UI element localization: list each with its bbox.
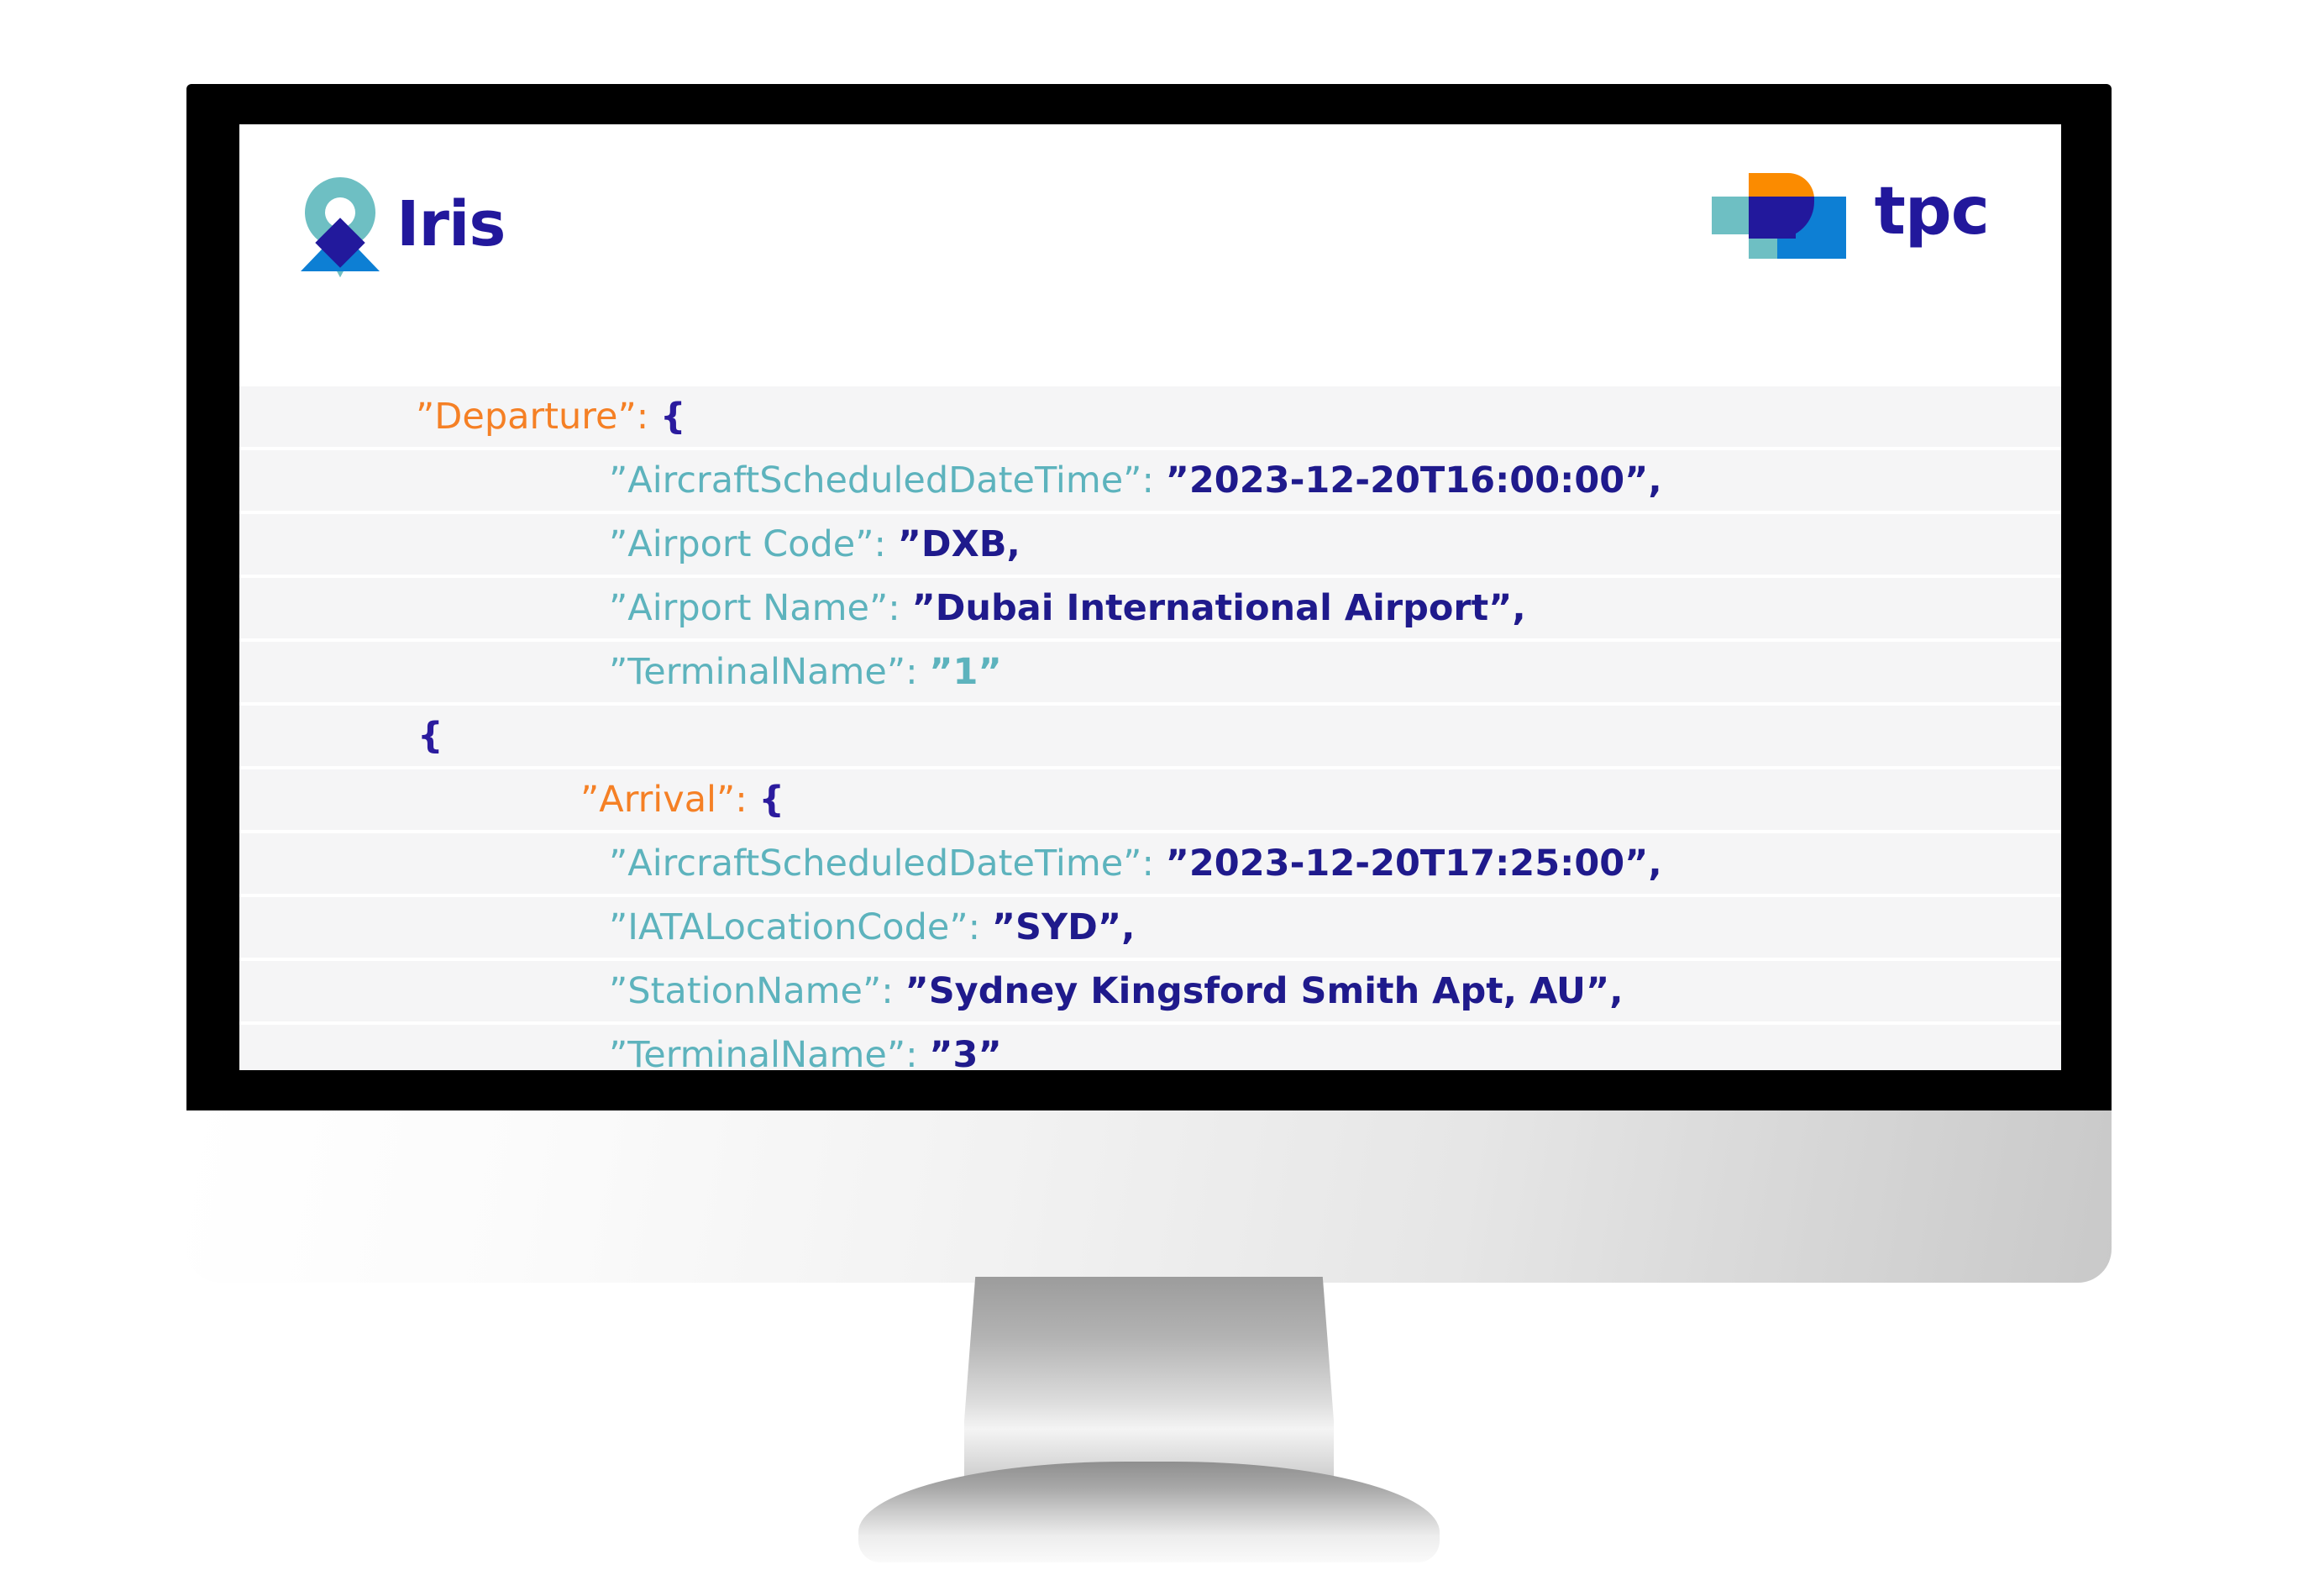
app-header: Iris tpc <box>239 124 2061 386</box>
code-line-dep-airport-name: ”Airport Name”: ”Dubai International Air… <box>239 578 2061 638</box>
monitor-stand-foot <box>858 1462 1440 1562</box>
code-token-key: ”IATALocationCode”: <box>609 906 981 948</box>
code-line-arr-terminal-name: ”TerminalName”: ”3” <box>239 1025 2061 1070</box>
code-token-key: ”AircraftScheduledDateTime”: <box>609 842 1154 885</box>
code-token-key: ”TerminalName”: <box>609 1033 918 1070</box>
code-token-val: ”SYD”, <box>991 906 1136 948</box>
json-code-block: ”Departure”: {”AircraftScheduledDateTime… <box>239 386 2061 1070</box>
code-token-key: ”AircraftScheduledDateTime”: <box>609 459 1154 501</box>
code-line-arrival-open: ”Arrival”: { <box>239 769 2061 830</box>
monitor-screen: Iris tpc ”Departure”: {”AircraftSchedule… <box>239 124 2061 1070</box>
code-token-val: ”Dubai International Airport”, <box>911 586 1526 629</box>
code-token-brace: { <box>758 778 785 821</box>
tpc-wordmark: tpc <box>1874 174 1990 249</box>
code-token-brace: { <box>417 714 443 757</box>
tpc-logo[interactable]: tpc <box>1711 165 1990 259</box>
monitor-chin <box>186 1110 2112 1283</box>
code-token-val: ”2023-12-20T16:00:00”, <box>1165 459 1662 501</box>
code-token-obj: ”Arrival”: <box>580 778 748 821</box>
iris-wordmark: Iris <box>396 188 506 260</box>
code-line-arr-station-name: ”StationName”: ”Sydney Kingsford Smith A… <box>239 961 2061 1021</box>
code-line-arr-scheduled-datetime: ”AircraftScheduledDateTime”: ”2023-12-20… <box>239 833 2061 894</box>
code-line-dep-scheduled-datetime: ”AircraftScheduledDateTime”: ”2023-12-20… <box>239 450 2061 511</box>
code-token-valk: ”1” <box>929 650 1002 693</box>
tpc-squares-icon <box>1711 165 1853 259</box>
code-token-obj: ”Departure”: <box>416 395 649 438</box>
code-line-arr-iata-location-code: ”IATALocationCode”: ”SYD”, <box>239 897 2061 958</box>
code-token-val: ”Sydney Kingsford Smith Apt, AU”, <box>905 969 1624 1012</box>
code-token-key: ”Airport Name”: <box>609 586 900 629</box>
code-token-val: ”2023-12-20T17:25:00”, <box>1165 842 1662 885</box>
code-token-brace: { <box>659 395 686 438</box>
code-token-key: ”Airport Code”: <box>609 522 886 565</box>
desktop-monitor: Iris tpc ”Departure”: {”AircraftSchedule… <box>0 0 2298 1596</box>
code-token-key: ”TerminalName”: <box>609 650 918 693</box>
code-token-val: ”3” <box>929 1033 1002 1070</box>
location-pin-mountain-icon <box>301 177 380 278</box>
screenshot-stage: Iris tpc ”Departure”: {”AircraftSchedule… <box>0 0 2298 1596</box>
code-token-val: ”DXB, <box>897 522 1020 565</box>
code-line-dep-terminal-name: ”TerminalName”: ”1” <box>239 642 2061 702</box>
code-line-object-open-brace: { <box>239 706 2061 766</box>
code-line-departure-open: ”Departure”: { <box>239 386 2061 447</box>
code-line-dep-airport-code: ”Airport Code”: ”DXB, <box>239 514 2061 575</box>
code-token-key: ”StationName”: <box>609 969 894 1012</box>
iris-logo[interactable]: Iris <box>301 177 506 278</box>
